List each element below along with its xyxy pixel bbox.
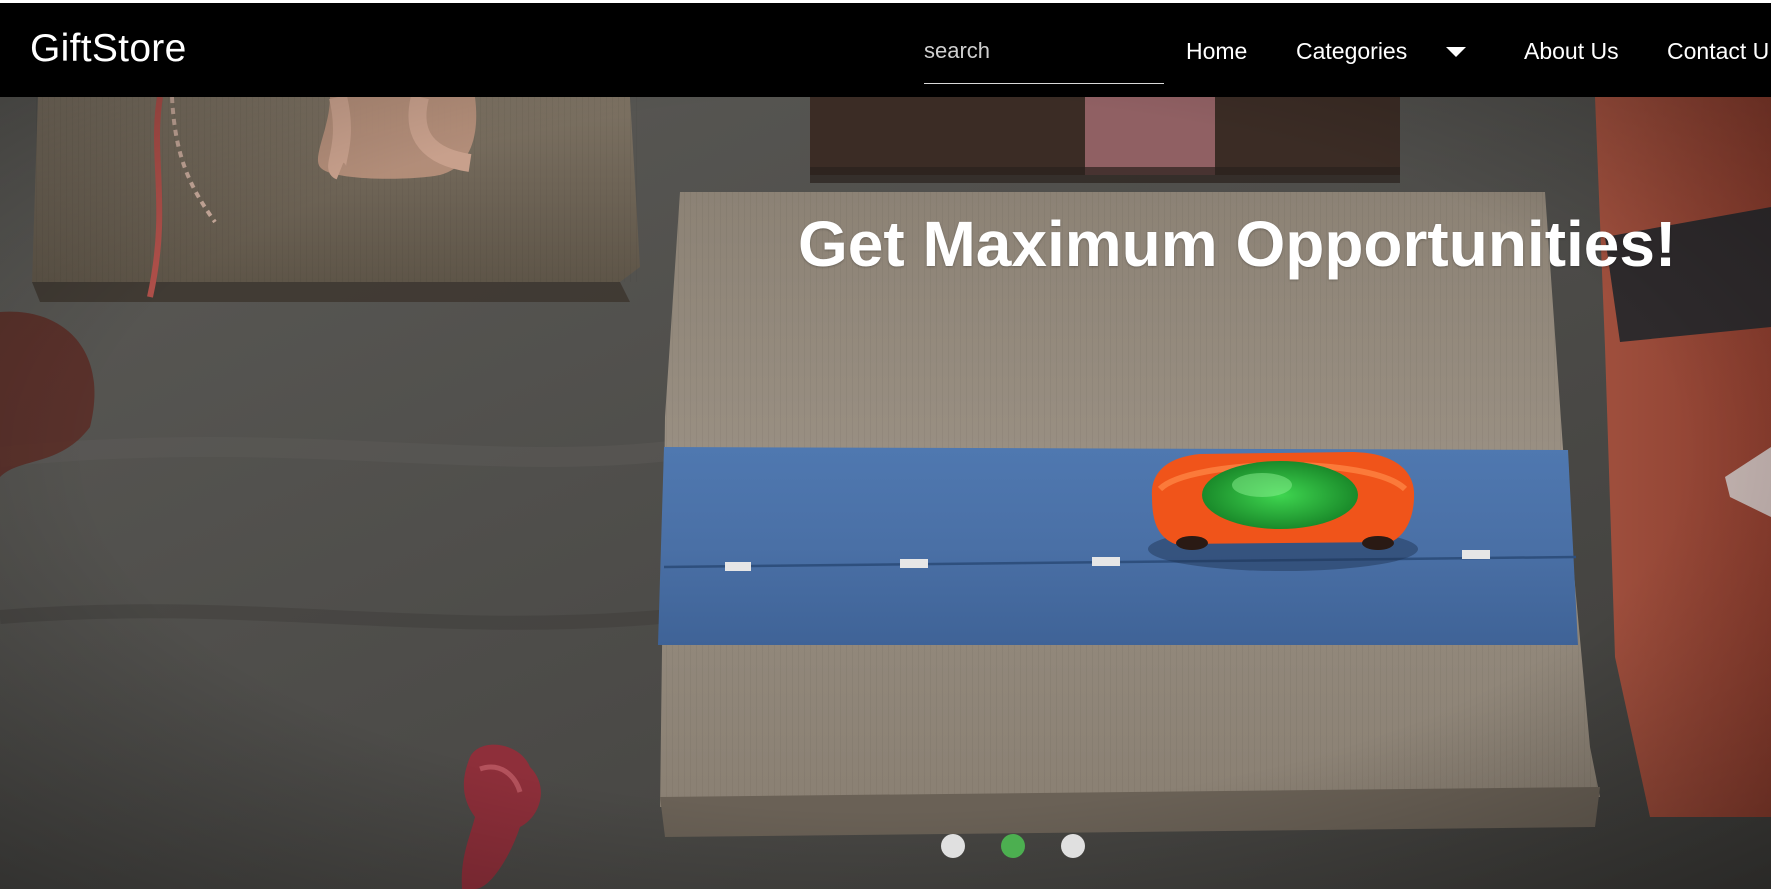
top-navbar: GiftStore Home Categories About Us Conta… [0, 3, 1771, 97]
caret-down-icon[interactable] [1446, 47, 1466, 57]
carousel-dot-3[interactable] [1061, 834, 1085, 858]
nav-link-contact-us[interactable]: Contact U [1667, 37, 1769, 65]
carousel-dot-2-active[interactable] [1001, 834, 1025, 858]
search-input[interactable] [924, 35, 1154, 67]
nav-link-home[interactable]: Home [1186, 37, 1247, 65]
nav-link-about-us[interactable]: About Us [1524, 37, 1619, 65]
carousel-dot-1[interactable] [941, 834, 965, 858]
hero-carousel: Get Maximum Opportunities! [0, 97, 1771, 889]
brand-logo[interactable]: GiftStore [30, 27, 187, 71]
nav-link-categories[interactable]: Categories [1296, 37, 1407, 65]
search-field [924, 27, 1164, 84]
hero-headline: Get Maximum Opportunities! [798, 208, 1677, 280]
